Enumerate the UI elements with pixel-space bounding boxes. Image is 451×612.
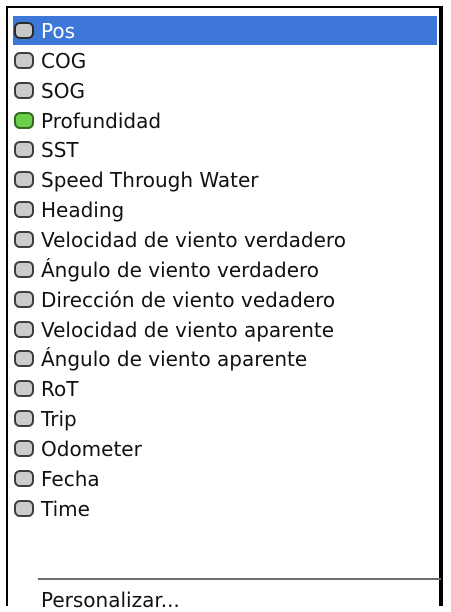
- checkbox-icon[interactable]: [14, 380, 34, 397]
- checkbox-icon[interactable]: [14, 470, 34, 487]
- menu-item-label: RoT: [41, 376, 79, 401]
- checkbox-icon[interactable]: [14, 500, 34, 517]
- checkbox-icon[interactable]: [14, 440, 34, 457]
- menu-item-label: Ángulo de viento verdadero: [41, 257, 320, 282]
- checkbox-icon[interactable]: [14, 201, 34, 218]
- menu-item-label: Velocidad de viento aparente: [41, 317, 335, 342]
- menu-item-label: Velocidad de viento verdadero: [41, 227, 346, 252]
- menu-item-label: Dirección de viento vedadero: [41, 287, 336, 312]
- checkbox-icon[interactable]: [14, 350, 34, 367]
- menu-item[interactable]: Velocidad de viento verdadero: [13, 225, 437, 254]
- menu-item-label: Ángulo de viento aparente: [41, 346, 308, 371]
- menu-item-label: Pos: [41, 18, 76, 43]
- menu-item[interactable]: Pos: [13, 16, 437, 45]
- menu-item-label: SOG: [41, 78, 85, 103]
- menu-item-label: SST: [41, 137, 79, 162]
- checkbox-icon[interactable]: [14, 321, 34, 338]
- checkbox-icon[interactable]: [14, 112, 34, 129]
- menu-item-label: Trip: [41, 406, 77, 431]
- menu-item[interactable]: COG: [13, 46, 437, 75]
- data-box-menu: Pos COG SOG Profundidad SST Speed Through Wat…: [6, 6, 443, 612]
- menu-item[interactable]: SST: [13, 135, 437, 164]
- checkbox-icon[interactable]: [14, 22, 34, 39]
- customize-menu-item[interactable]: Personalizar...: [41, 588, 180, 612]
- menu-item[interactable]: Profundidad: [13, 106, 437, 135]
- menu-item[interactable]: Ángulo de viento verdadero: [13, 255, 437, 284]
- checkbox-icon[interactable]: [14, 52, 34, 69]
- menu-item-label: COG: [41, 48, 87, 73]
- menu-item[interactable]: Trip: [13, 404, 437, 433]
- checkbox-icon[interactable]: [14, 171, 34, 188]
- menu-item-label: Fecha: [41, 466, 100, 491]
- menu-item-label: Speed Through Water: [41, 167, 259, 192]
- menu-item[interactable]: Dirección de viento vedadero: [13, 285, 437, 314]
- menu-separator: [38, 578, 441, 580]
- menu-item[interactable]: SOG: [13, 76, 437, 105]
- menu-item[interactable]: Heading: [13, 195, 437, 224]
- checkbox-icon[interactable]: [14, 141, 34, 158]
- menu-item-label: Profundidad: [41, 108, 162, 133]
- menu-item-label: Odometer: [41, 436, 142, 461]
- menu-item-label: Time: [41, 496, 90, 521]
- menu-item[interactable]: Odometer: [13, 434, 437, 463]
- checkbox-icon[interactable]: [14, 410, 34, 427]
- checkbox-icon[interactable]: [14, 261, 34, 278]
- menu-item[interactable]: Time: [13, 494, 437, 523]
- menu-item[interactable]: Velocidad de viento aparente: [13, 315, 437, 344]
- checkbox-icon[interactable]: [14, 231, 34, 248]
- checkbox-icon[interactable]: [14, 82, 34, 99]
- menu-item-label: Heading: [41, 197, 125, 222]
- menu-item[interactable]: Ángulo de viento aparente: [13, 344, 437, 373]
- menu-item[interactable]: Speed Through Water: [13, 165, 437, 194]
- checkbox-icon[interactable]: [14, 291, 34, 308]
- menu-item[interactable]: RoT: [13, 374, 437, 403]
- menu-item[interactable]: Fecha: [13, 464, 437, 493]
